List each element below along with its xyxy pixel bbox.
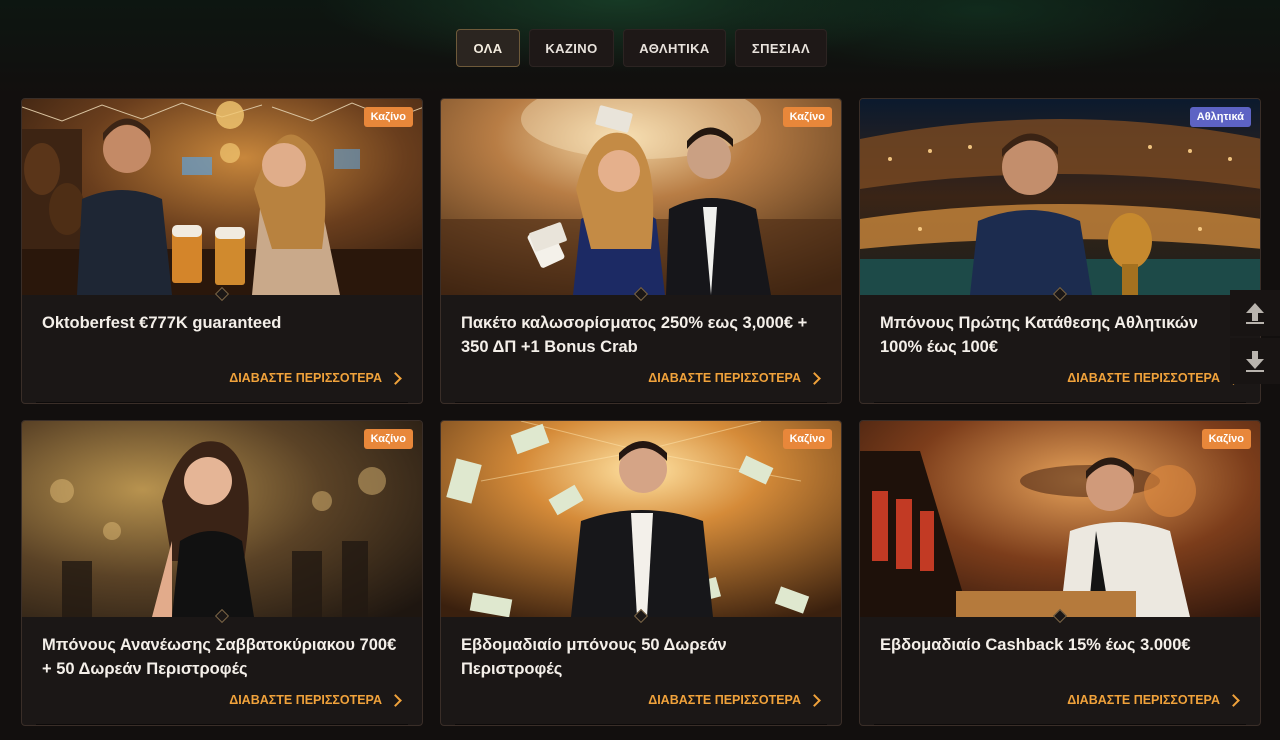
category-badge: Καζίνο [782,429,832,449]
chevron-right-icon [1227,693,1240,707]
read-more-label: ΔΙΑΒΑΣΤΕ ΠΕΡΙΣΣΟΤΕΡΑ [229,371,382,385]
chevron-right-icon [389,371,402,385]
promo-title: Εβδομαδιαίο Cashback 15% έως 3.000€ [880,636,1191,654]
arrow-down-icon [1246,351,1264,372]
read-more-link[interactable]: ΔΙΑΒΑΣΤΕ ΠΕΡΙΣΣΟΤΕΡΑ [1067,693,1240,707]
promo-title: Μπόνους Ανανέωσης Σαββατοκύριακου 700€ +… [42,636,397,678]
promo-image-sports [860,99,1260,295]
tab-all[interactable]: ΟΛΑ [456,29,520,67]
promo-title: Εβδομαδιαίο μπόνους 50 Δωρεάν Περιστροφέ… [461,636,727,678]
read-more-link[interactable]: ΔΙΑΒΑΣΤΕ ΠΕΡΙΣΣΟΤΕΡΑ [1067,371,1240,385]
category-badge: Καζίνο [363,107,413,127]
category-badge: Αθλητικά [1189,107,1251,127]
promo-card-oktoberfest[interactable]: Καζίνο Oktoberfest €777K guaranteed ΔΙΑΒ… [21,98,423,404]
read-more-label: ΔΙΑΒΑΣΤΕ ΠΕΡΙΣΣΟΤΕΡΑ [229,693,382,707]
category-tabs: ΟΛΑ ΚΑΖΙΝΟ ΑΘΛΗΤΙΚΑ ΣΠΕΣΙΑΛ [456,29,827,67]
promo-title: Oktoberfest €777K guaranteed [42,314,282,332]
arrow-up-icon [1246,303,1264,324]
promo-card-sports-deposit[interactable]: Αθλητικά Μπόνους Πρώτης Κατάθεσης Αθλητι… [859,98,1261,404]
category-badge: Καζίνο [363,429,413,449]
promo-title: Μπόνους Πρώτης Κατάθεσης Αθλητικών 100% … [880,314,1198,356]
promo-title: Πακέτο καλωσορίσματος 250% εως 3,000€ + … [461,314,808,356]
promo-image-free-spins [441,421,841,617]
read-more-link[interactable]: ΔΙΑΒΑΣΤΕ ΠΕΡΙΣΣΟΤΕΡΑ [229,693,402,707]
chevron-right-icon [808,693,821,707]
promo-image-welcome [441,99,841,295]
tab-casino[interactable]: ΚΑΖΙΝΟ [529,29,614,67]
scroll-down-button[interactable] [1230,338,1280,384]
read-more-link[interactable]: ΔΙΑΒΑΣΤΕ ΠΕΡΙΣΣΟΤΕΡΑ [648,371,821,385]
promo-card-weekly-free-spins[interactable]: Καζίνο Εβδομαδιαίο μπόνους 50 Δωρεάν Περ… [440,420,842,726]
promo-card-weekly-cashback[interactable]: Καζίνο Εβδομαδιαίο Cashback 15% έως 3.00… [859,420,1261,726]
read-more-link[interactable]: ΔΙΑΒΑΣΤΕ ΠΕΡΙΣΣΟΤΕΡΑ [229,371,402,385]
promo-image-weekend [22,421,422,617]
promo-card-welcome[interactable]: Καζίνο Πακέτο καλωσορίσματος 250% εως 3,… [440,98,842,404]
chevron-right-icon [389,693,402,707]
tab-special[interactable]: ΣΠΕΣΙΑΛ [735,29,827,67]
promo-image-cashback [860,421,1260,617]
promo-card-weekend-reload[interactable]: Καζίνο Μπόνους Ανανέωσης Σαββατοκύριακου… [21,420,423,726]
read-more-label: ΔΙΑΒΑΣΤΕ ΠΕΡΙΣΣΟΤΕΡΑ [1067,693,1220,707]
category-badge: Καζίνο [1201,429,1251,449]
scroll-up-button[interactable] [1230,290,1280,336]
read-more-label: ΔΙΑΒΑΣΤΕ ΠΕΡΙΣΣΟΤΕΡΑ [1067,371,1220,385]
read-more-label: ΔΙΑΒΑΣΤΕ ΠΕΡΙΣΣΟΤΕΡΑ [648,693,801,707]
read-more-link[interactable]: ΔΙΑΒΑΣΤΕ ΠΕΡΙΣΣΟΤΕΡΑ [648,693,821,707]
read-more-label: ΔΙΑΒΑΣΤΕ ΠΕΡΙΣΣΟΤΕΡΑ [648,371,801,385]
promo-image-oktoberfest [22,99,422,295]
tab-sports[interactable]: ΑΘΛΗΤΙΚΑ [623,29,726,67]
category-badge: Καζίνο [782,107,832,127]
chevron-right-icon [808,371,821,385]
